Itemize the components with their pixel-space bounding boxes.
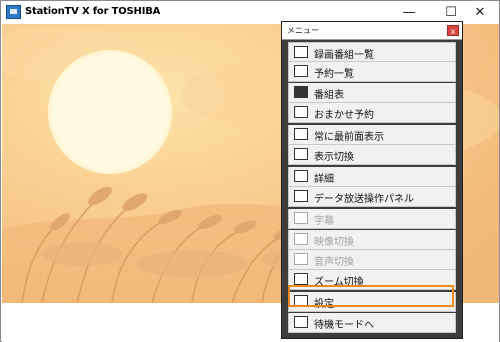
recorded-list-icon: [294, 46, 308, 58]
menu-window: メニュー x 録画番組一覧 予約一覧 番組表 おまかせ予約 常に最前面表示 表示…: [281, 21, 463, 339]
app-title: StationTV X for TOSHIBA: [25, 6, 161, 17]
app-logo-icon: [6, 5, 21, 19]
standby-icon: [294, 315, 308, 328]
settings-gear-icon: [294, 295, 308, 308]
menu-item-label: 詳細: [314, 174, 334, 186]
menu-item-label: おまかせ予約: [314, 109, 374, 121]
menu-item-label: 設定: [314, 299, 334, 311]
menu-item-label: 表示切換: [314, 152, 354, 164]
menu-item-auto-reservation[interactable]: おまかせ予約: [288, 102, 456, 123]
menu-item-label: ズーム切換: [314, 277, 364, 289]
menu-item-recorded-list[interactable]: 録画番組一覧: [288, 42, 456, 62]
menu-close-button[interactable]: x: [447, 25, 459, 36]
menu-item-label: 音声切換: [314, 257, 354, 269]
info-icon: [294, 170, 308, 183]
menu-item-program-guide[interactable]: 番組表: [288, 82, 456, 103]
auto-reservation-icon: [294, 105, 308, 118]
menu-item-standby[interactable]: 待機モードへ: [288, 312, 456, 333]
menu-title: メニュー: [287, 26, 319, 35]
menu-item-label: 字幕: [314, 216, 334, 228]
menu-item-label: 常に最前面表示: [314, 131, 384, 143]
menu-item-display-switch[interactable]: 表示切換: [288, 145, 456, 166]
menu-item-label: データ放送操作パネル: [314, 194, 414, 206]
menu-item-zoom-switch[interactable]: ズーム切換: [288, 270, 456, 291]
reservation-list-icon: [294, 65, 308, 78]
audio-switch-icon: [294, 253, 308, 266]
menu-item-audio-switch: 音声切換: [288, 250, 456, 271]
video-switch-icon: [294, 232, 308, 245]
menu-list: 録画番組一覧 予約一覧 番組表 おまかせ予約 常に最前面表示 表示切換 詳細 デ…: [288, 42, 456, 333]
menu-item-video-switch: 映像切換: [288, 229, 456, 250]
program-guide-icon: [294, 85, 308, 98]
menu-item-label: 録画番組一覧: [314, 50, 374, 61]
menu-item-subtitle: 字幕: [288, 209, 456, 230]
menu-item-label: 待機モードへ: [314, 319, 374, 331]
zoom-switch-icon: [294, 273, 308, 286]
close-button[interactable]: ✕: [461, 1, 499, 24]
menu-item-reservation-list[interactable]: 予約一覧: [288, 62, 456, 83]
data-broadcast-panel-icon: [294, 190, 308, 203]
menu-item-label: 番組表: [314, 89, 344, 101]
display-switch-icon: [294, 148, 308, 161]
menu-titlebar: メニュー x: [282, 22, 462, 40]
menu-item-always-on-top[interactable]: 常に最前面表示: [288, 124, 456, 145]
menu-item-label: 予約一覧: [314, 69, 354, 81]
subtitle-icon: [294, 212, 308, 225]
menu-item-details[interactable]: 詳細: [288, 167, 456, 188]
menu-item-label: 映像切換: [314, 236, 354, 248]
always-on-top-icon: [294, 127, 308, 140]
menu-item-settings[interactable]: 設定: [288, 292, 456, 313]
menu-item-data-broadcast-panel[interactable]: データ放送操作パネル: [288, 187, 456, 208]
